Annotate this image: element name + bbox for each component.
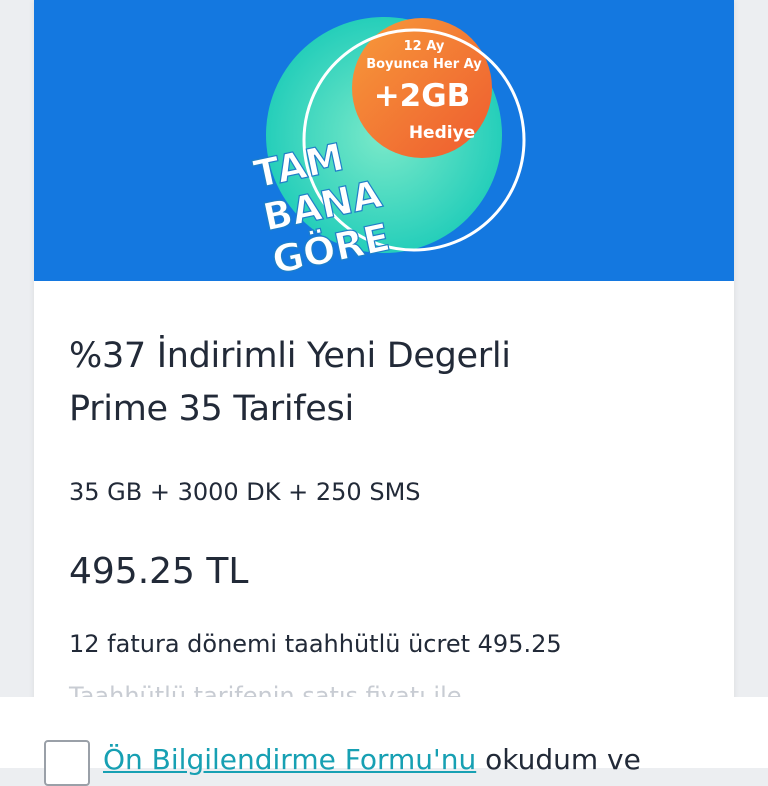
tariff-card: 12 Ay Boyunca Her Ay +2GB Hediye TAM BAN… xyxy=(34,0,734,740)
promo-banner: 12 Ay Boyunca Her Ay +2GB Hediye TAM BAN… xyxy=(34,0,734,281)
consent-rest: okudum ve xyxy=(476,743,641,776)
tariff-title-line1: %37 İndirimli Yeni Degerli xyxy=(69,336,511,376)
promo-graphic: 12 Ay Boyunca Her Ay +2GB Hediye TAM BAN… xyxy=(249,17,526,281)
tariff-allowance: 35 GB + 3000 DK + 250 SMS xyxy=(69,478,421,506)
promo-gift-label: Hediye xyxy=(409,123,475,143)
tariff-title-line2: Prime 35 Tarifesi xyxy=(69,389,354,429)
consent-text: Ön Bilgilendirme Formu'nu okudum ve xyxy=(103,743,641,776)
promo-line1: 12 Ay xyxy=(404,39,445,54)
tariff-price: 495.25 TL xyxy=(69,551,249,592)
consent-checkbox[interactable] xyxy=(44,740,90,786)
commitment-text: 12 fatura dönemi taahhütlü ücret 495.25 xyxy=(69,630,562,658)
promo-line2: Boyunca Her Ay xyxy=(366,57,482,72)
tariff-title: %37 İndirimli Yeni Degerli Prime 35 Tari… xyxy=(69,330,689,436)
pre-information-form-link[interactable]: Ön Bilgilendirme Formu'nu xyxy=(103,743,476,776)
promo-gift-amount: +2GB xyxy=(374,78,471,114)
